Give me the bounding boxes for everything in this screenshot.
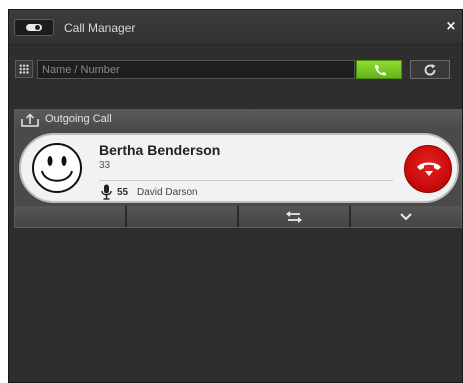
toggle-icon[interactable] [14,19,54,36]
keypad-icon [19,64,29,74]
section-label: Outgoing Call [45,113,112,125]
outgoing-call-panel: Outgoing Call Bertha Benderson 33 55 Dav… [14,109,462,228]
divider [99,180,393,181]
action-slot-2[interactable] [127,206,237,227]
outgoing-call-icon [21,113,39,127]
caller-number: 33 [99,160,111,171]
call-manager-window: Call Manager × Outgoing Call [8,9,463,383]
hang-up-icon [417,162,441,176]
transfer-button[interactable] [239,206,349,227]
keypad-button[interactable] [15,60,33,78]
window-title: Call Manager [64,21,136,35]
call-action-bar [15,206,461,227]
name-number-input[interactable] [37,60,355,79]
refresh-button[interactable] [410,60,450,79]
action-slot-1[interactable] [15,206,125,227]
call-card: Bertha Benderson 33 55 David Darson [19,133,459,203]
phone-call-icon [374,65,386,76]
hang-up-button[interactable] [404,145,452,193]
call-button[interactable] [356,60,402,79]
microphone-icon [101,184,112,200]
section-header: Outgoing Call [15,110,461,130]
smiley-avatar-icon [32,143,82,193]
toggle-switch-icon [26,24,42,31]
extension-name: David Darson [137,187,198,198]
caller-name: Bertha Benderson [99,142,221,158]
dial-bar [9,46,462,110]
refresh-icon [424,64,436,76]
extension-number: 55 [117,187,129,198]
title-bar: Call Manager × [9,10,462,45]
expand-button[interactable] [351,206,461,227]
transfer-icon [286,210,302,223]
close-icon[interactable]: × [443,19,459,35]
chevron-down-icon [400,212,412,220]
